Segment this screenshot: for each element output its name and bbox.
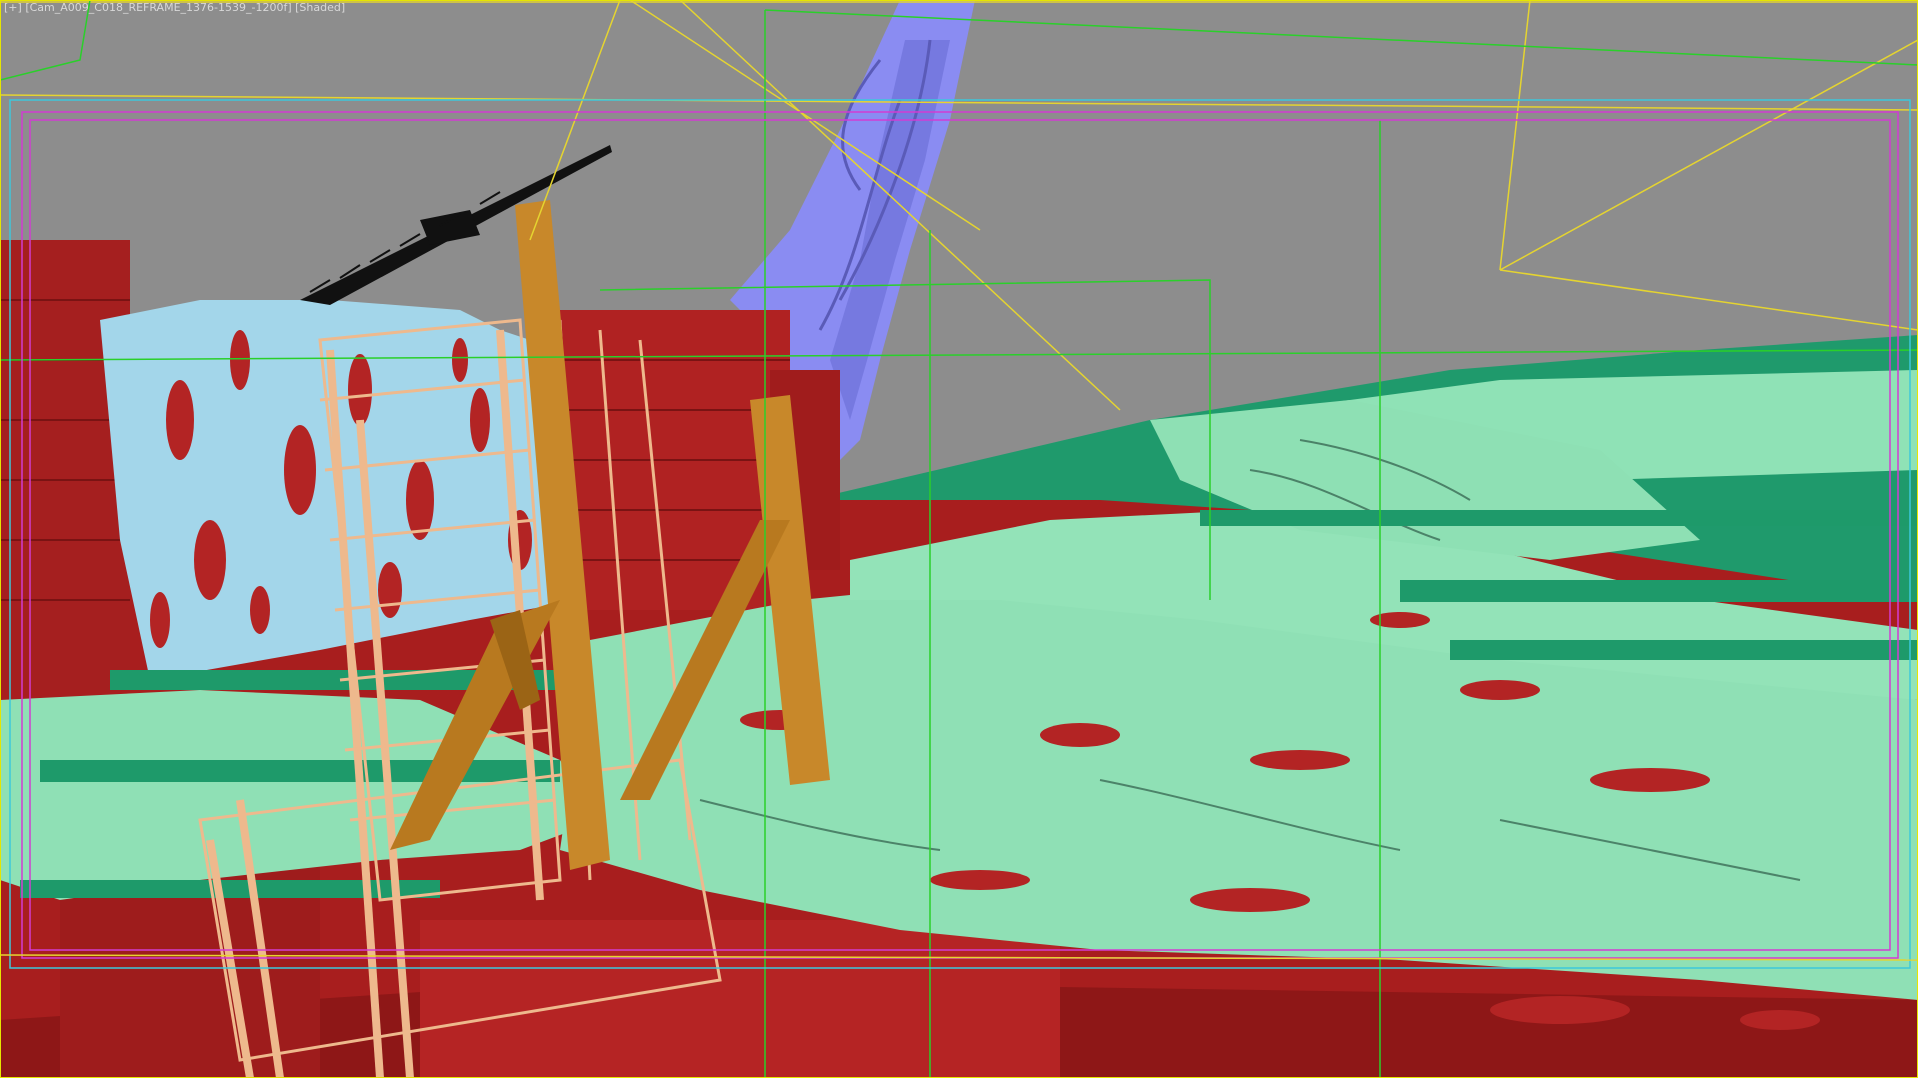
scene-render[interactable] [0, 0, 1918, 1078]
3d-viewport[interactable]: [+] [Cam_A009_C018_REFRAME_1376-1539_-12… [0, 0, 1918, 1078]
camera-name-label[interactable]: [Cam_A009_C018_REFRAME_1376-1539_-1200f] [25, 1, 291, 14]
shading-mode-label[interactable]: [Shaded] [295, 1, 345, 14]
viewport-label: [+] [Cam_A009_C018_REFRAME_1376-1539_-12… [4, 0, 345, 15]
viewport-menu-button[interactable]: [+] [4, 1, 22, 14]
